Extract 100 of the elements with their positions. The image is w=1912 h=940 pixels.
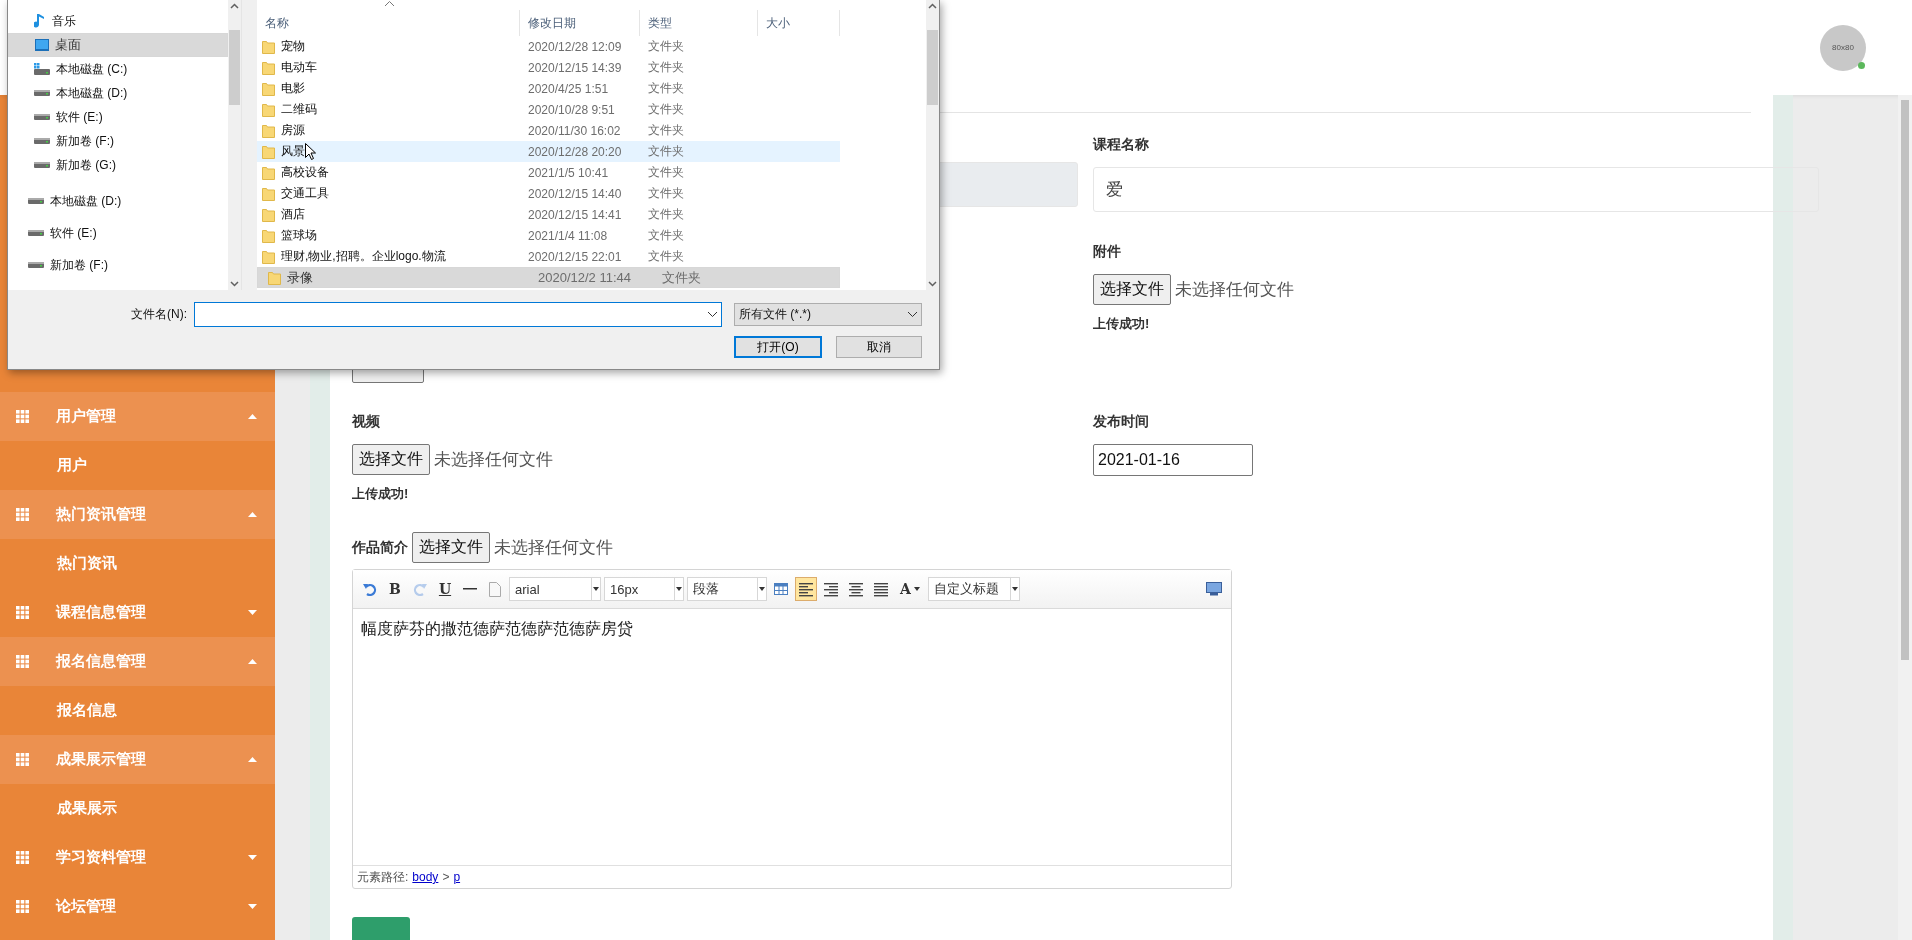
file-type: 文件夹 bbox=[647, 59, 685, 76]
drive-icon bbox=[34, 137, 50, 145]
file-row[interactable]: 录像 2020/12/2 11:44 文件夹 bbox=[257, 267, 840, 288]
drive-icon bbox=[34, 89, 50, 97]
nav-item[interactable]: 本地磁盘 (D:) bbox=[8, 81, 228, 105]
align-lines-icon bbox=[799, 581, 813, 597]
drive-icon bbox=[28, 261, 44, 269]
file-row[interactable]: 高校设备 2021/1/5 10:41 文件夹 bbox=[257, 162, 840, 183]
desktop-icon bbox=[35, 39, 49, 51]
nav-item[interactable]: 新加卷 (G:) bbox=[8, 153, 228, 177]
file-type: 文件夹 bbox=[647, 248, 685, 265]
editor-text[interactable]: 幅度萨芬的撒范德萨范德萨范德萨房贷 bbox=[353, 609, 1231, 865]
path-link[interactable]: p bbox=[453, 870, 461, 884]
file-list-scrollbar[interactable] bbox=[926, 0, 939, 290]
file-row[interactable]: 交通工具 2020/12/15 14:40 文件夹 bbox=[257, 183, 840, 204]
toolbar-dropdown[interactable]: arial bbox=[509, 577, 601, 601]
scrollbar[interactable] bbox=[1898, 95, 1912, 940]
file-row[interactable]: 风景 2020/12/28 20:20 文件夹 bbox=[257, 141, 840, 162]
nav-item[interactable]: 软件 (E:) bbox=[8, 217, 228, 249]
file-date: 2020/12/15 14:40 bbox=[527, 186, 623, 201]
folder-icon bbox=[262, 228, 275, 243]
file-row[interactable]: 二维码 2020/10/28 9:51 文件夹 bbox=[257, 99, 840, 120]
column-header[interactable]: 大小 bbox=[758, 10, 840, 36]
grid-icon bbox=[16, 410, 29, 423]
column-header[interactable]: 类型 bbox=[640, 10, 758, 36]
choose-file-button[interactable]: 选择文件 bbox=[352, 444, 430, 475]
file-type: 文件夹 bbox=[647, 227, 685, 244]
file-row[interactable]: 篮球场 2021/1/4 11:08 文件夹 bbox=[257, 225, 840, 246]
folder-icon bbox=[262, 81, 275, 96]
file-type: 文件夹 bbox=[647, 38, 685, 55]
choose-file-button[interactable]: 选择文件 bbox=[1093, 274, 1171, 305]
grid-icon bbox=[16, 508, 29, 521]
path-link[interactable]: body bbox=[412, 870, 439, 884]
nav-item[interactable]: 桌面 bbox=[8, 33, 228, 57]
nav-item[interactable]: 音乐 bbox=[8, 9, 228, 33]
toolbar-dropdown[interactable]: 16px bbox=[604, 577, 684, 601]
folder-icon bbox=[262, 144, 275, 159]
caret-down-icon bbox=[248, 610, 257, 615]
avatar[interactable]: 80x80 bbox=[1820, 24, 1866, 71]
folder-icon bbox=[262, 102, 275, 117]
file-type: 文件夹 bbox=[647, 122, 685, 139]
upload-status: 上传成功! bbox=[352, 485, 410, 503]
upload-status: 上传成功! bbox=[1093, 315, 1151, 333]
column-header[interactable]: 名称 bbox=[257, 10, 520, 36]
align-lines-icon bbox=[849, 581, 863, 597]
file-row[interactable]: 酒店 2020/12/15 14:41 文件夹 bbox=[257, 204, 840, 225]
folder-icon bbox=[262, 207, 275, 222]
file-name-field[interactable] bbox=[194, 302, 722, 327]
nav-item[interactable]: 新加卷 (F:) bbox=[8, 129, 228, 153]
file-type: 文件夹 bbox=[647, 143, 685, 160]
file-date: 2020/10/28 9:51 bbox=[527, 102, 616, 117]
nav-item[interactable]: 新加卷 (F:) bbox=[8, 249, 228, 281]
file-name: 电影 bbox=[281, 80, 305, 97]
nav-scrollbar[interactable] bbox=[228, 0, 241, 290]
dialog-button[interactable]: 取消 bbox=[836, 336, 922, 358]
file-type-dropdown[interactable]: 所有文件 (*.*) bbox=[734, 303, 922, 326]
drive-icon bbox=[34, 161, 50, 169]
music-note-icon bbox=[34, 13, 46, 29]
drive-icon bbox=[34, 113, 50, 121]
folder-icon bbox=[262, 249, 275, 264]
column-header[interactable]: 修改日期 bbox=[520, 10, 640, 36]
date-field[interactable]: 2021-01-16 bbox=[1093, 444, 1253, 476]
choose-file-button[interactable]: 选择文件 bbox=[412, 532, 490, 563]
scroll-thumb[interactable] bbox=[927, 30, 938, 105]
file-row[interactable]: 电动车 2020/12/15 14:39 文件夹 bbox=[257, 57, 840, 78]
toolbar-dropdown[interactable]: 段落 bbox=[687, 577, 767, 601]
file-type: 文件夹 bbox=[647, 164, 685, 181]
field-label: 发布时间 bbox=[1093, 413, 1149, 431]
file-name: 理财,物业,招聘。企业logo.物流 bbox=[281, 248, 446, 265]
file-row[interactable]: 宠物 2020/12/28 12:09 文件夹 bbox=[257, 36, 840, 57]
nav-item[interactable]: 本地磁盘 (D:) bbox=[8, 185, 228, 217]
file-type: 文件夹 bbox=[647, 101, 685, 118]
file-date: 2020/4/25 1:51 bbox=[527, 81, 610, 96]
nav-item[interactable]: 软件 (E:) bbox=[8, 105, 228, 129]
grid-icon bbox=[16, 606, 29, 619]
system-drive-icon bbox=[34, 63, 50, 75]
file-name: 酒店 bbox=[281, 206, 305, 223]
file-name: 高校设备 bbox=[281, 164, 329, 181]
file-name: 交通工具 bbox=[281, 185, 329, 202]
file-name: 电动车 bbox=[281, 59, 317, 76]
underline-button[interactable]: U bbox=[434, 577, 456, 601]
align-left-button[interactable] bbox=[795, 577, 817, 601]
file-row[interactable]: 房源 2020/11/30 16:02 文件夹 bbox=[257, 120, 840, 141]
nav-item[interactable]: 本地磁盘 (C:) bbox=[8, 57, 228, 81]
file-row[interactable]: 理财,物业,招聘。企业logo.物流 2020/12/15 22:01 文件夹 bbox=[257, 246, 840, 267]
bold-button[interactable]: B bbox=[384, 577, 406, 601]
redo-arrow-icon bbox=[413, 582, 427, 596]
file-row[interactable]: 电影 2020/4/25 1:51 文件夹 bbox=[257, 78, 840, 99]
scroll-thumb[interactable] bbox=[229, 30, 240, 105]
file-date: 2020/12/28 12:09 bbox=[527, 39, 623, 54]
horizontal-line-icon bbox=[463, 588, 477, 590]
course-name-field[interactable]: 爱 bbox=[1093, 167, 1819, 212]
toolbar-dropdown[interactable]: 自定义标题 bbox=[928, 577, 1020, 601]
field-label: 视频 bbox=[352, 413, 380, 431]
dialog-button[interactable]: 打开(O) bbox=[734, 336, 822, 358]
align-lines-icon bbox=[824, 581, 838, 597]
font-color-button[interactable]: A bbox=[895, 577, 925, 601]
grid-icon bbox=[16, 753, 29, 766]
chevron-down-icon bbox=[708, 312, 717, 317]
drive-icon bbox=[28, 197, 44, 205]
